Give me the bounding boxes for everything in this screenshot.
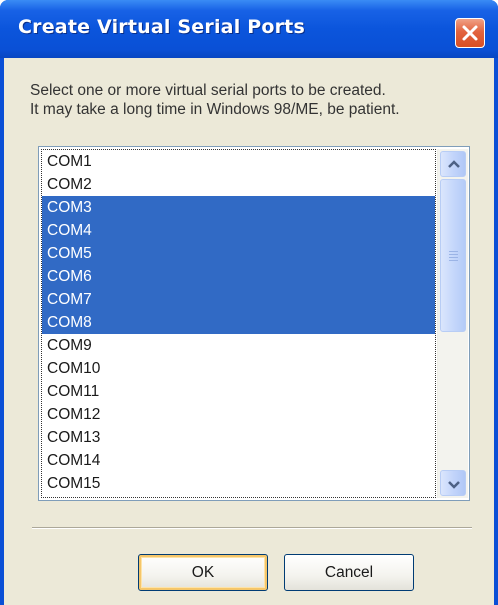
port-list-item[interactable]: COM14 xyxy=(42,449,435,472)
port-list-item[interactable]: COM4 xyxy=(42,219,435,242)
title-bar[interactable]: Create Virtual Serial Ports xyxy=(0,0,498,58)
description-text: Select one or more virtual serial ports … xyxy=(30,81,490,119)
port-list-item[interactable]: COM5 xyxy=(42,242,435,265)
port-list-item[interactable]: COM12 xyxy=(42,403,435,426)
close-button[interactable] xyxy=(455,18,485,48)
port-list-item[interactable]: COM7 xyxy=(42,288,435,311)
scroll-down-button[interactable] xyxy=(440,470,466,496)
port-list-item[interactable]: COM10 xyxy=(42,357,435,380)
port-list-item[interactable]: COM3 xyxy=(42,196,435,219)
port-list-item[interactable]: COM15 xyxy=(42,472,435,495)
close-icon xyxy=(462,25,478,41)
port-list-item[interactable]: COM16 xyxy=(42,495,435,497)
ok-button[interactable]: OK xyxy=(138,554,268,591)
port-list-item[interactable]: COM13 xyxy=(42,426,435,449)
port-list-item[interactable]: COM11 xyxy=(42,380,435,403)
window-title: Create Virtual Serial Ports xyxy=(18,16,305,38)
port-list-item[interactable]: COM2 xyxy=(42,173,435,196)
port-list-item[interactable]: COM6 xyxy=(42,265,435,288)
port-list-item[interactable]: COM9 xyxy=(42,334,435,357)
dialog-window: Create Virtual Serial Ports Select one o… xyxy=(0,0,498,605)
description-line-1: Select one or more virtual serial ports … xyxy=(30,82,386,99)
dialog-body: Select one or more virtual serial ports … xyxy=(4,58,494,605)
vertical-scrollbar[interactable] xyxy=(437,149,468,498)
port-list[interactable]: COM1 COM2 COM3 COM4 COM5 COM6 COM7 COM8 COM9 COM1… xyxy=(38,146,470,501)
scroll-thumb[interactable] xyxy=(440,179,466,332)
port-list-item[interactable]: COM8 xyxy=(42,311,435,334)
description-line-2: It may take a long time in Windows 98/ME… xyxy=(30,101,400,118)
cancel-button[interactable]: Cancel xyxy=(284,554,414,591)
port-list-items[interactable]: COM1 COM2 COM3 COM4 COM5 COM6 COM7 COM8 COM9 COM1… xyxy=(41,149,436,498)
separator xyxy=(32,527,472,529)
chevron-down-icon xyxy=(448,481,460,489)
chevron-up-icon xyxy=(448,160,460,168)
port-list-item[interactable]: COM1 xyxy=(42,150,435,173)
scroll-up-button[interactable] xyxy=(440,151,466,177)
